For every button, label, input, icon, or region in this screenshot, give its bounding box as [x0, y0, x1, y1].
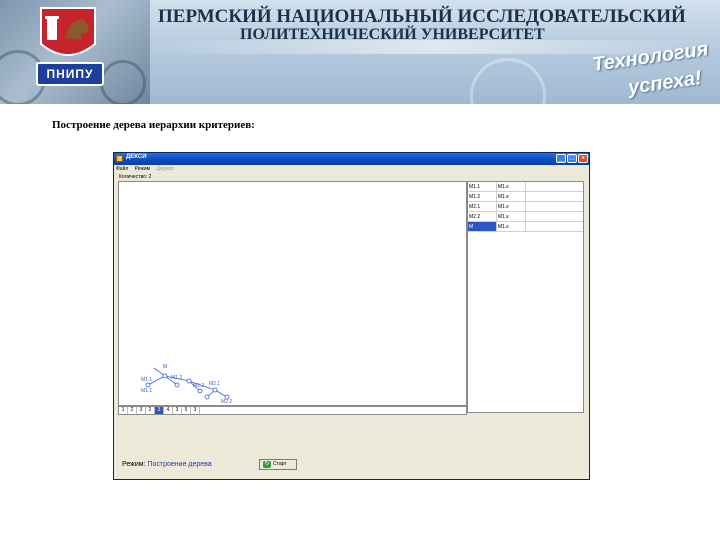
table-cell: М1.1 — [468, 182, 497, 191]
table-cell: М1.к — [497, 212, 526, 221]
level-cell[interactable]: 2 — [146, 407, 155, 414]
menu-bar: Файл Режим Дерево — [116, 166, 179, 174]
table-cell: М1.к — [497, 192, 526, 201]
tree-node-label: М1.2 — [193, 383, 204, 389]
tree-node-label: М2.2 — [221, 399, 232, 405]
level-cell[interactable]: 5 — [182, 407, 191, 414]
tree-node-label: М1.1 — [141, 377, 152, 383]
tree-node-label: М — [163, 364, 167, 370]
level-cell[interactable]: 3 — [137, 407, 146, 414]
tree-node[interactable] — [204, 394, 210, 400]
table-row[interactable]: М М1.к — [468, 222, 583, 232]
menu-mode[interactable]: Режим — [135, 166, 150, 172]
table-row[interactable]: М2.1 М1.к — [468, 202, 583, 212]
gear-decor — [100, 60, 146, 104]
level-cell[interactable]: 4 — [164, 407, 173, 414]
table-cell: М1.2 — [468, 192, 497, 201]
table-cell: М1.к — [497, 202, 526, 211]
toolbar-count: Количество: 2 — [119, 174, 152, 180]
table-row[interactable]: М2.2 М1.к — [468, 212, 583, 222]
tree-canvas[interactable]: М М1.1 М1.2 М1.1 М1.2 М2.1 М2.2 — [118, 181, 467, 406]
logo-label: ПНИПУ — [36, 62, 104, 86]
table-cell — [526, 212, 583, 221]
slide-caption: Построение дерева иерархии критериев: — [52, 119, 255, 131]
tree-node-label: М1.1 — [141, 388, 152, 394]
level-cell[interactable]: 2 — [128, 407, 137, 414]
window-titlebar[interactable]: ДЕКСИ _ □ × — [114, 153, 589, 165]
level-cell[interactable]: 1 — [119, 407, 128, 414]
slogan-line2: успеха! — [626, 66, 704, 100]
criteria-table: М1.1 М1.к М1.2 М1.к М2.1 М1.к М2.2 М1.к М М1.к — [467, 181, 584, 413]
status-label: Режим: — [122, 461, 146, 468]
tree-node[interactable] — [162, 373, 168, 379]
tree-node-label: М2.1 — [209, 381, 220, 387]
header-banner: ПНИПУ ПЕРМСКИЙ НАЦИОНАЛЬНЫЙ ИССЛЕДОВАТЕЛ… — [0, 0, 720, 104]
table-cell: М1.к — [497, 222, 526, 231]
window-title: ДЕКСИ — [126, 154, 147, 160]
close-button[interactable]: × — [578, 154, 588, 163]
refresh-icon: ↻ — [263, 461, 271, 468]
status-value: Построение дерева — [147, 461, 212, 468]
table-cell — [526, 192, 583, 201]
table-cell: М1.к — [497, 182, 526, 191]
tree-node[interactable] — [197, 388, 203, 394]
menu-file[interactable]: Файл — [116, 166, 128, 172]
table-cell: М2.2 — [468, 212, 497, 221]
criteria-tree: М М1.1 М1.2 М1.1 М1.2 М2.1 М2.2 — [141, 364, 232, 405]
status-bar: Режим: Построение дерева — [122, 461, 212, 468]
app-icon — [116, 155, 123, 162]
level-cell[interactable]: 3 — [155, 407, 164, 414]
table-cell — [526, 202, 583, 211]
university-name-line1: ПЕРМСКИЙ НАЦИОНАЛЬНЫЙ ИССЛЕДОВАТЕЛЬСКИЙ — [158, 6, 686, 27]
table-cell — [526, 222, 583, 231]
table-cell: М2.1 — [468, 202, 497, 211]
maximize-button[interactable]: □ — [567, 154, 577, 163]
table-row[interactable]: М1.2 М1.к — [468, 192, 583, 202]
table-cell — [526, 182, 583, 191]
app-window: ДЕКСИ _ □ × Файл Режим Дерево Количество… — [113, 152, 590, 480]
start-button[interactable]: ↻ Старт — [259, 459, 297, 470]
tree-node-label: М1.2 — [171, 375, 182, 381]
table-cell: М — [468, 222, 497, 231]
tree-node[interactable] — [145, 382, 151, 388]
level-cell[interactable]: 3 — [173, 407, 182, 414]
level-cell[interactable]: 3 — [191, 407, 200, 414]
menu-tree[interactable]: Дерево — [157, 166, 174, 172]
tree-node[interactable] — [174, 382, 180, 388]
minimize-button[interactable]: _ — [556, 154, 566, 163]
tree-node[interactable] — [212, 387, 218, 393]
tree-node[interactable] — [186, 378, 192, 384]
gear-decor — [470, 58, 546, 104]
table-row[interactable]: М1.1 М1.к — [468, 182, 583, 192]
start-button-label: Старт — [273, 461, 287, 467]
level-strip: 123234353 — [118, 406, 467, 415]
university-emblem-icon — [40, 7, 96, 56]
university-name-line2: ПОЛИТЕХНИЧЕСКИЙ УНИВЕРСИТЕТ — [240, 26, 545, 43]
